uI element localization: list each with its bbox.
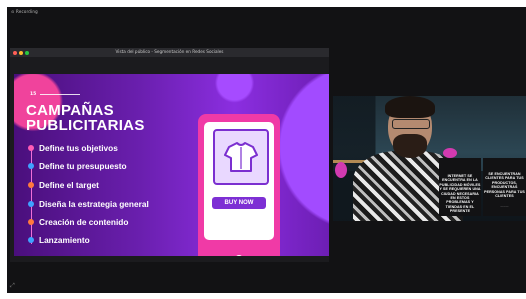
recording-label: ⊙ Recording xyxy=(11,9,38,14)
step-bullet xyxy=(28,237,34,243)
info-panel-right-sub: ——— xyxy=(500,204,509,208)
presentation-window[interactable]: Vista del público - Segmentación en Rede… xyxy=(10,48,329,262)
info-panel-left: INTERNET SE ENCUENTRA EN LA PUBLICIDAD M… xyxy=(439,158,481,216)
page-number-rule xyxy=(40,94,80,95)
product-image-frame xyxy=(213,129,269,185)
step-label: Define el target xyxy=(39,180,99,190)
phone-screen: BUY NOW xyxy=(204,122,274,240)
window-title: Vista del público - Segmentación en Rede… xyxy=(115,49,224,54)
slide-page-number: 15 xyxy=(30,92,37,97)
step-bullet xyxy=(28,219,34,225)
slide-title-line1: CAMPAÑAS xyxy=(26,102,114,119)
phone-illustration: BUY NOW xyxy=(198,114,280,256)
step-bullet xyxy=(28,182,34,188)
step-label: Diseña la estrategia general xyxy=(39,199,149,209)
slide-title-line2: PUBLICITARIAS xyxy=(26,117,145,134)
step-label: Define tu presupuesto xyxy=(39,161,127,171)
info-panel-left-sub: ——— xyxy=(455,204,465,208)
step-bullet xyxy=(28,201,34,207)
glasses-icon xyxy=(392,119,430,129)
step-label: Lanzamiento xyxy=(39,235,90,245)
step-bullet xyxy=(28,163,34,169)
window-titlebar[interactable]: Vista del público - Segmentación en Rede… xyxy=(10,48,329,57)
info-panel-right-text: SE ENCUENTRAN CLIENTES PARA TUS PRODUCTO… xyxy=(484,172,525,199)
tshirt-icon xyxy=(224,142,258,172)
step-bullet xyxy=(28,145,34,151)
phone-home-button xyxy=(235,255,243,256)
person-beard xyxy=(393,134,427,158)
steps-timeline xyxy=(31,146,32,244)
info-panel-right: SE ENCUENTRAN CLIENTES PARA TUS PRODUCTO… xyxy=(483,158,526,216)
decor-blob xyxy=(335,162,347,178)
step-label: Creación de contenido xyxy=(39,217,129,227)
webcam-tile: INTERNET SE ENCUENTRA EN LA PUBLICIDAD M… xyxy=(333,96,526,221)
buy-now-button: BUY NOW xyxy=(212,197,266,209)
slide: 15 CAMPAÑAS PUBLICITARIAS Define tus obj… xyxy=(14,74,329,256)
meeting-stage: ⊙ Recording Vista del público - Segmenta… xyxy=(7,7,526,293)
expand-icon[interactable]: ⤢ xyxy=(10,282,18,290)
step-label: Define tus objetivos xyxy=(39,143,118,153)
person-hair xyxy=(385,96,435,118)
slide-title: CAMPAÑAS PUBLICITARIAS xyxy=(26,103,145,133)
